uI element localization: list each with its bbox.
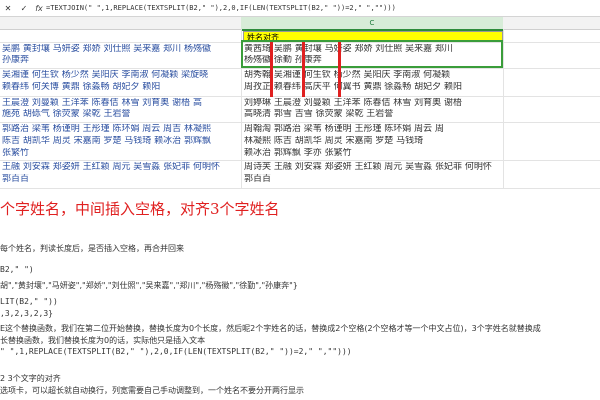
- left-row-2-line-2[interactable]: 赖春纬 何关博 黄鼎 徐淼畅 胡妃夕 赖阳: [2, 82, 160, 93]
- note-line-2[interactable]: B2," "): [0, 265, 34, 274]
- right-row-5-line-1[interactable]: 周诗芙 王融 刘安霖 郑姿妍 王红颖 周元 吴雪淼 张妃菲 何明怀: [244, 162, 492, 173]
- note-line-8[interactable]: " ",1,REPLACE(TEXTSPLIT(B2," "),2,0,IF(L…: [0, 347, 352, 356]
- right-row-4-line-3[interactable]: 赖冰治 郭辉飘 李亦 张繁竹: [244, 148, 352, 159]
- note-line-7[interactable]: 长替换函数，我们替换长度为0的话，实际他只是插入文本: [0, 335, 205, 346]
- left-row-1-line-1[interactable]: 吴鹏 黄封壤 马妍姿 郑娇 刘仕照 吴来嘉 郑川 杨殇徽: [2, 44, 211, 55]
- note-line-5[interactable]: ,3,2,3,2,3}: [0, 309, 53, 318]
- fx-icon[interactable]: fx: [32, 4, 46, 13]
- right-row-4-line-1[interactable]: 周翰淘 郭路治 梁苇 杨谨明 王彤瑾 陈环娟 周云 周: [244, 124, 444, 135]
- note-line-9[interactable]: 2 3个文字的对齐: [0, 373, 61, 384]
- confirm-icon[interactable]: ✓: [16, 0, 32, 16]
- formula-bar: ✕ ✓ fx =TEXTJOIN(" ",1,REPLACE(TEXTSPLIT…: [0, 0, 600, 17]
- section-heading: 个字姓名，中间插入空格，对齐3个字姓名: [0, 200, 280, 218]
- cancel-icon[interactable]: ✕: [0, 0, 16, 16]
- left-row-1-line-2[interactable]: 孙康奔: [2, 55, 29, 66]
- red-alignment-line: [270, 42, 273, 97]
- note-line-10[interactable]: 选项卡，可以超长就自动换行，列宽需要自己手动调整到，一个姓名不要分开两行显示: [0, 385, 304, 396]
- note-line-4[interactable]: LIT(B2," ")): [0, 297, 58, 306]
- highlight-box: [241, 40, 503, 68]
- note-line-3[interactable]: 胡","黄封壤","马妍姿","郑娇","刘仕照","吴来嘉","郑川","杨殇…: [0, 280, 298, 291]
- formula-input[interactable]: =TEXTJOIN(" ",1,REPLACE(TEXTSPLIT(B2," "…: [46, 4, 396, 12]
- right-row-2-line-1[interactable]: 胡秀翰 吴湘谨 何生钦 杨少然 吴阳庆 李南淑 何凝颖: [244, 70, 450, 81]
- left-row-3-line-2[interactable]: 施苑 胡砾气 徐荧蒙 梁乾 王岩誉: [2, 109, 130, 120]
- note-line-1[interactable]: 每个姓名，判读长度后，是否插入空格，再合并回来: [0, 243, 184, 254]
- right-row-3-line-1[interactable]: 刘婷琳 王晨澄 刘曼颖 王洋苯 陈春佶 林雪 刘育奥 谢梧: [244, 98, 462, 109]
- left-row-5-line-2[interactable]: 郭百百: [2, 174, 29, 185]
- right-row-3-line-2[interactable]: 高晓清 郭雪 吉雪 徐荧蒙 梁乾 王岩誉: [244, 109, 393, 120]
- left-row-4-line-1[interactable]: 郭路治 梁苇 杨谨明 王彤瑾 陈环娟 周云 周吉 林凝熙: [2, 124, 211, 135]
- left-row-3-line-1[interactable]: 王晨澄 刘曼颖 王洋苯 陈春佶 林雪 刘育奥 谢梧 高: [2, 98, 202, 109]
- left-row-4-line-3[interactable]: 张繁竹: [2, 148, 29, 159]
- right-row-2-line-2[interactable]: 周孜芷 赖春纬 高庆平 何翼书 黄鼎 徐淼畅 胡妃夕 赖阳: [244, 82, 462, 93]
- right-row-4-line-2[interactable]: 林凝熙 陈吉 胡凯华 周灵 宋嘉南 罗楚 马钱琦: [244, 136, 423, 147]
- left-row-5-line-1[interactable]: 王融 刘安霖 郑姿妍 王红颖 周元 吴雪淼 张妃菲 何明怀: [2, 162, 220, 173]
- red-alignment-line: [302, 42, 305, 97]
- left-row-4-line-2[interactable]: 陈吉 胡凯华 周灵 宋嘉南 罗楚 马钱琦 赖冰治 郭辉飘: [2, 136, 211, 147]
- red-alignment-line: [338, 42, 341, 97]
- note-line-6[interactable]: E这个替换函数，我们在第二位开始替换，替换长度为0个长度，然后呢2个字姓名的话，…: [0, 323, 541, 334]
- right-row-5-line-2[interactable]: 郭百百: [244, 174, 271, 185]
- left-row-2-line-1[interactable]: 吴湘谨 何生钦 杨少然 吴阳庆 李南淑 何凝颖 梁旋晓: [2, 70, 208, 81]
